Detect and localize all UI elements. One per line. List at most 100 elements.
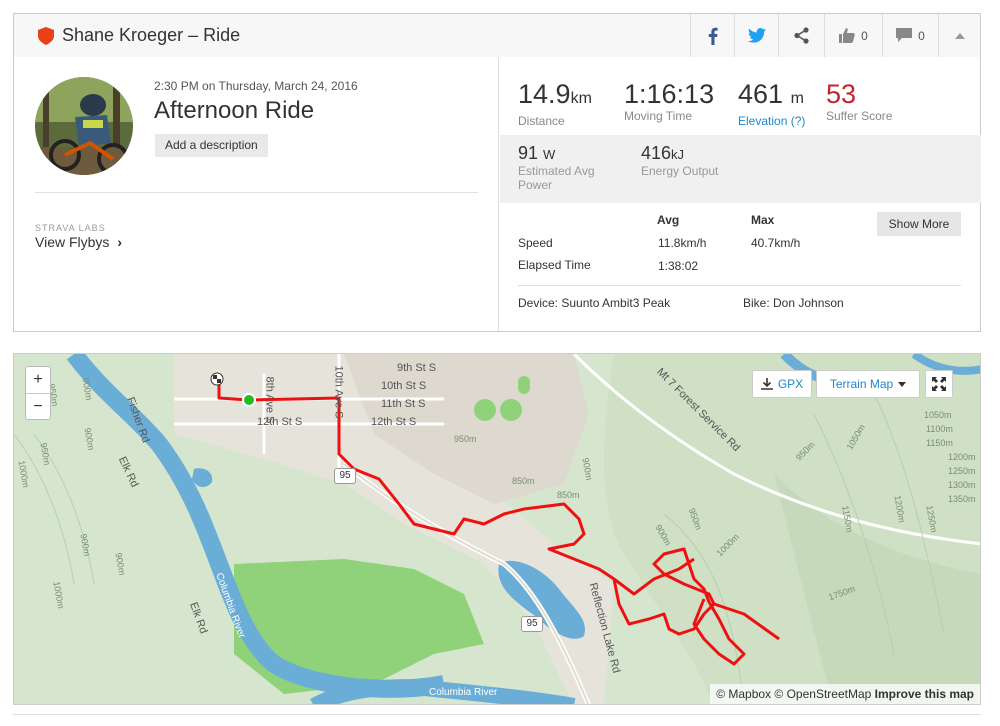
expand-icon — [932, 377, 946, 391]
divider — [35, 192, 478, 193]
elevation-stat: 461 m Elevation (?) — [738, 79, 805, 128]
share-button[interactable] — [778, 14, 824, 57]
comments-button[interactable]: 0 — [882, 14, 938, 57]
avg-header: Avg — [657, 213, 680, 227]
facebook-icon — [708, 27, 718, 45]
power-value: 91 — [518, 143, 539, 163]
bike-info[interactable]: Bike: Don Johnson — [743, 296, 844, 310]
contour-label: 1300m — [948, 480, 976, 490]
highway-number: 95 — [526, 618, 538, 629]
contour-label: 1050m — [924, 410, 952, 420]
speed-label: Speed — [518, 236, 553, 250]
download-icon — [760, 378, 773, 390]
header-title: Shane Kroeger – Ride — [62, 25, 241, 45]
strava-labs-label: STRAVA LABS — [35, 223, 106, 233]
highway-number: 95 — [339, 470, 351, 481]
contour-label: 1250m — [948, 466, 976, 476]
caret-down-icon — [898, 381, 907, 387]
improve-map-link[interactable]: Improve this map — [875, 687, 974, 701]
street-label: 9th St S — [397, 362, 437, 374]
activity-header: Shane Kroeger – Ride 0 0 — [13, 13, 981, 58]
activity-summary: 2:30 PM on Thursday, March 24, 2016 Afte… — [13, 57, 981, 332]
elevation-value: 461 — [738, 79, 784, 109]
contour-label: 1350m — [948, 494, 976, 504]
max-header: Max — [751, 213, 775, 227]
elapsed-avg: 1:38:02 — [658, 259, 699, 273]
divider — [13, 714, 981, 715]
distance-value: 14.9 — [518, 79, 571, 109]
gpx-label: GPX — [777, 377, 804, 391]
athlete-photo — [35, 77, 133, 175]
caret-up-icon — [954, 32, 965, 39]
header-actions: 0 0 — [690, 14, 980, 57]
map-attribution: © Mapbox © OpenStreetMap Improve this ma… — [710, 684, 980, 704]
kudos-count: 0 — [861, 28, 868, 43]
kudos-button[interactable]: 0 — [824, 14, 882, 57]
activity-title[interactable]: Afternoon Ride — [154, 97, 314, 125]
osm-attribution-link[interactable]: © OpenStreetMap — [774, 687, 871, 701]
gpx-export-button[interactable]: GPX — [752, 370, 812, 398]
map-canvas[interactable] — [14, 354, 981, 705]
zoom-control: + − — [25, 366, 51, 420]
avatar[interactable] — [35, 77, 133, 175]
comments-count: 0 — [918, 28, 925, 43]
activity-stats: 14.9km Distance 1:16:13 Moving Time 461 … — [500, 57, 981, 331]
street-label: 10th St S — [381, 380, 427, 392]
collapse-button[interactable] — [938, 14, 980, 57]
view-flybys-link[interactable]: View Flybys › — [35, 234, 122, 250]
speed-max: 40.7km/h — [751, 236, 801, 250]
shield-icon — [38, 26, 54, 45]
contour-label: 850m — [557, 490, 580, 500]
show-more-button[interactable]: Show More — [877, 212, 961, 236]
distance-stat: 14.9km Distance — [518, 79, 592, 128]
activity-datetime: 2:30 PM on Thursday, March 24, 2016 — [154, 79, 358, 93]
moving-time-label: Moving Time — [624, 109, 693, 123]
distance-unit: km — [570, 90, 592, 107]
route-map[interactable]: 9th St S 10th St S 11th St S 12th St S 1… — [13, 353, 981, 705]
elevation-unit: m — [790, 90, 804, 107]
mapbox-attribution-link[interactable]: © Mapbox — [716, 687, 771, 701]
street-label: 11th St S — [381, 398, 426, 410]
chevron-right-icon: › — [117, 234, 122, 250]
contour-label: 1200m — [948, 452, 976, 462]
add-description-button[interactable]: Add a description — [155, 134, 268, 157]
thumbs-up-icon — [839, 28, 855, 43]
twitter-icon — [747, 28, 766, 43]
moving-time-value: 1:16:13 — [624, 79, 715, 109]
map-type-label: Terrain Map — [829, 377, 894, 391]
share-icon — [794, 27, 809, 44]
fullscreen-button[interactable] — [925, 370, 953, 398]
highway-shield: 95 — [521, 616, 543, 632]
avenue-label: 10th Ave S — [332, 365, 345, 419]
view-flybys-label: View Flybys — [35, 234, 110, 250]
twitter-share-button[interactable] — [734, 14, 778, 57]
avenue-label: 8th Ave S — [263, 376, 276, 424]
contour-label: 1150m — [926, 438, 953, 448]
zoom-out-button[interactable]: − — [26, 393, 50, 419]
power-label: Estimated Avg Power — [518, 164, 595, 192]
speed-avg: 11.8km/h — [658, 236, 707, 250]
zoom-in-button[interactable]: + — [26, 367, 50, 393]
map-type-dropdown[interactable]: Terrain Map — [816, 370, 920, 398]
energy-stat: 416kJ Energy Output — [641, 143, 761, 178]
activity-details: 2:30 PM on Thursday, March 24, 2016 Afte… — [14, 57, 499, 331]
contour-label: 1100m — [926, 424, 953, 434]
facebook-share-button[interactable] — [690, 14, 734, 57]
suffer-score-label: Suffer Score — [826, 109, 893, 123]
elevation-help-link[interactable]: Elevation (?) — [738, 114, 805, 128]
highway-shield: 95 — [334, 468, 356, 484]
energy-label: Energy Output — [641, 164, 719, 178]
suffer-score-stat: 53 Suffer Score — [826, 79, 892, 123]
suffer-score-value[interactable]: 53 — [826, 79, 892, 109]
divider — [518, 285, 961, 286]
energy-value: 416 — [641, 143, 672, 163]
river-label: Columbia River — [429, 687, 498, 698]
comment-icon — [896, 28, 913, 42]
device-info: Device: Suunto Ambit3 Peak — [518, 296, 671, 310]
contour-label: 850m — [512, 476, 535, 486]
street-label: 12th St S — [371, 416, 417, 428]
moving-time-stat: 1:16:13 Moving Time — [624, 79, 714, 123]
power-stat: 91 W Estimated Avg Power — [518, 143, 608, 192]
power-unit: W — [543, 147, 556, 162]
energy-unit: kJ — [671, 147, 685, 162]
